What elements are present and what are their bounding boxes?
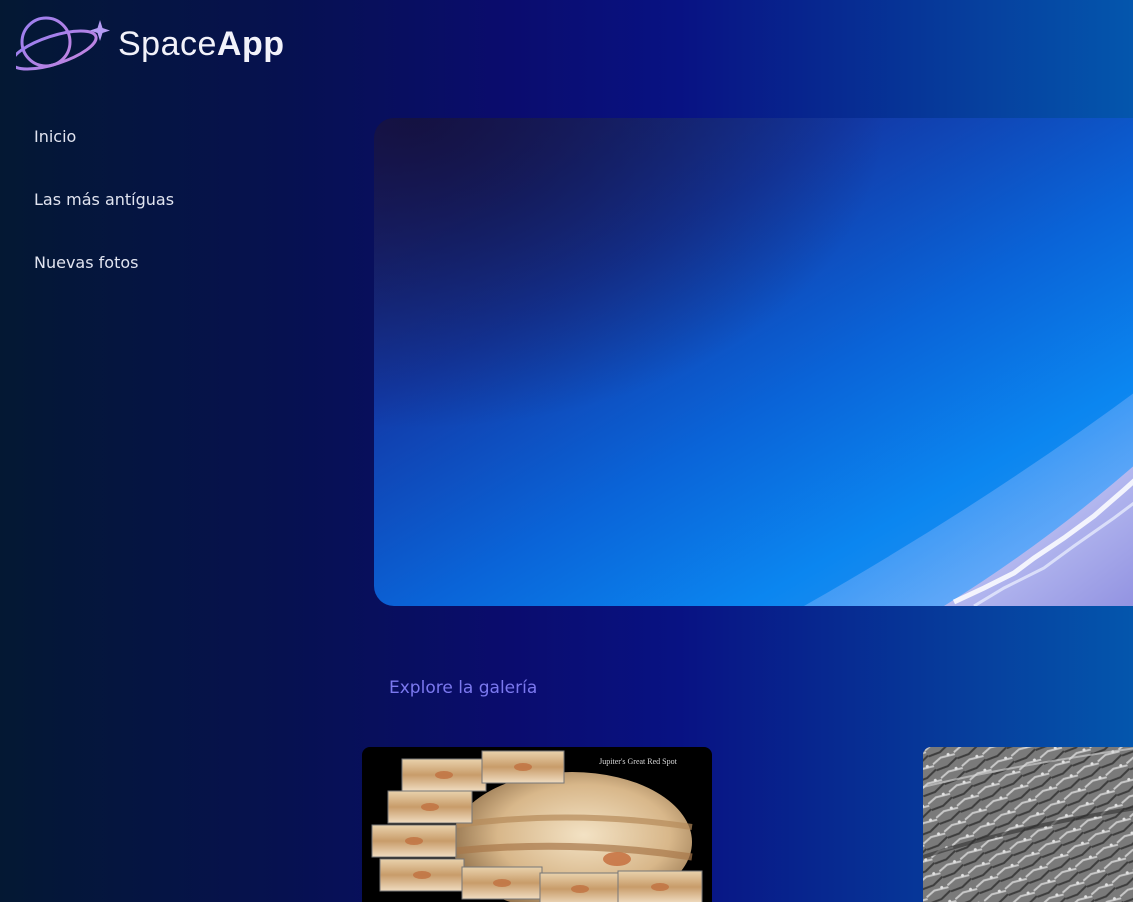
sidebar-item-inicio[interactable]: Inicio — [34, 120, 334, 183]
planet-sparkle-icon — [10, 16, 110, 71]
gallery-card-surface[interactable] — [923, 747, 1133, 902]
planetary-surface-image — [923, 747, 1133, 902]
hero-banner — [374, 118, 1133, 606]
brand-light: Space — [118, 25, 217, 63]
sidebar-nav: Inicio Las más antíguas Nuevas fotos — [34, 120, 334, 309]
sidebar-item-nuevas-fotos[interactable]: Nuevas fotos — [34, 246, 334, 309]
sidebar-item-mas-antiguas[interactable]: Las más antíguas — [34, 183, 334, 246]
brand-bold: App — [216, 25, 285, 63]
jupiter-caption: Jupiter's Great Red Spot — [599, 757, 677, 766]
app-brand-name[interactable]: SpaceApp — [118, 25, 285, 64]
gallery-card-jupiter[interactable]: Jupiter's Great Red Spot — [362, 747, 712, 902]
earth-horizon-image — [804, 393, 1133, 606]
jupiter-image — [371, 750, 703, 902]
gallery-title: Explore la galería — [389, 678, 538, 698]
